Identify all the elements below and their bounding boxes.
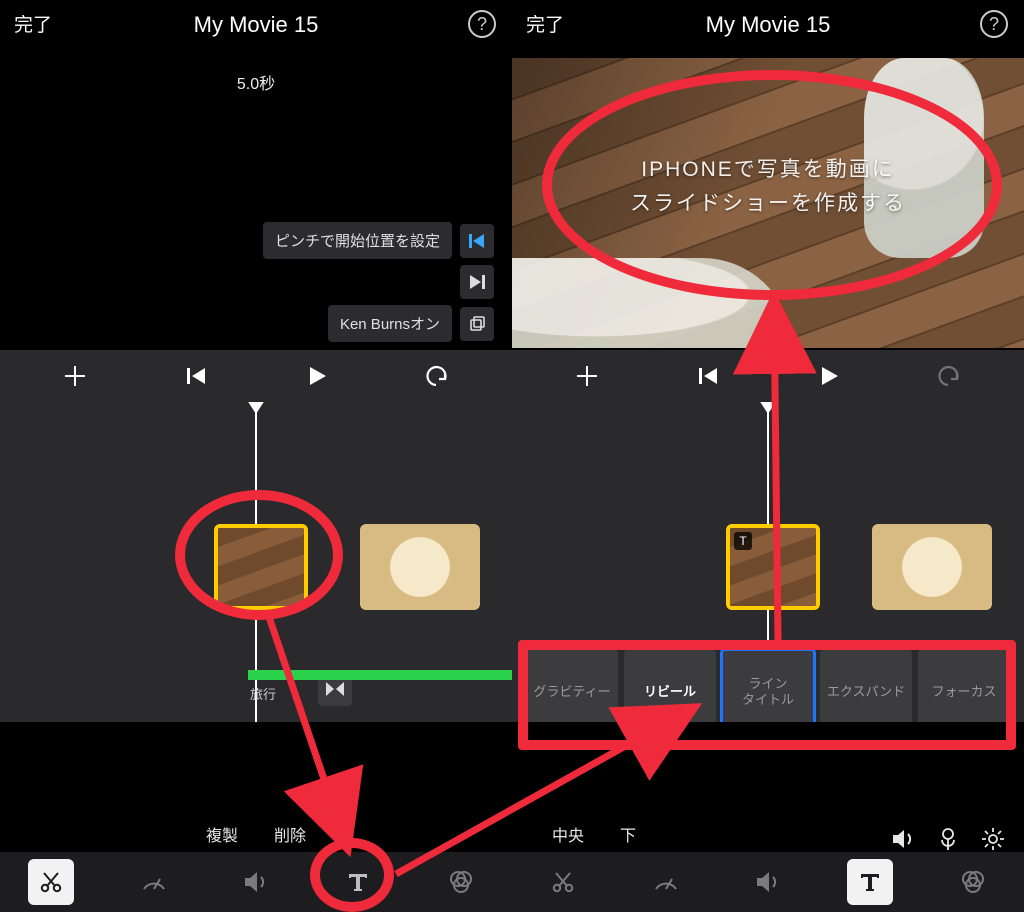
settings-icon[interactable] xyxy=(980,826,1006,852)
bottom-toolbar xyxy=(0,852,512,912)
help-button[interactable]: ? xyxy=(980,10,1008,38)
title-style-picker: グラビティー リビール ライン タイトル エクスパンド フォーカス xyxy=(526,650,1010,722)
play-button[interactable] xyxy=(297,356,337,396)
bottom-toolbar xyxy=(512,852,1024,912)
speed-tool[interactable] xyxy=(643,859,689,905)
right-screenshot: 完了 My Movie 15 ? IPHONEで写真を動画に スライドショーを作… xyxy=(512,0,1024,912)
clip-action-row: 複製 削除 xyxy=(0,822,512,852)
volume-tool[interactable] xyxy=(233,859,279,905)
position-center-button[interactable]: 中央 xyxy=(552,822,584,852)
rewind-button[interactable] xyxy=(176,356,216,396)
goto-end-button[interactable] xyxy=(460,265,494,299)
done-button[interactable]: 完了 xyxy=(526,10,564,37)
speed-tool[interactable] xyxy=(131,859,177,905)
title-style-line-title[interactable]: ライン タイトル xyxy=(722,650,814,722)
titles-tool[interactable] xyxy=(335,859,381,905)
selected-clip[interactable]: T xyxy=(726,524,820,610)
play-button[interactable] xyxy=(809,356,849,396)
titles-tool[interactable] xyxy=(847,859,893,905)
clip-duration-label: 5.0秒 xyxy=(0,70,512,94)
kenburns-chip[interactable]: Ken Burnsオン xyxy=(328,305,452,342)
project-title: My Movie 15 xyxy=(706,12,831,38)
left-screenshot: 完了 My Movie 15 ? 5.0秒 ピンチで開始位置を設定 xyxy=(0,0,512,912)
pinch-hint-chip: ピンチで開始位置を設定 xyxy=(263,222,452,259)
next-clip[interactable] xyxy=(360,524,480,610)
timeline[interactable]: 旅行 xyxy=(0,402,512,722)
selected-clip[interactable] xyxy=(214,524,308,610)
audio-track-label: 旅行 xyxy=(250,684,276,703)
title-style-reveal[interactable]: リビール xyxy=(624,650,716,722)
header: 完了 My Movie 15 ? xyxy=(0,0,512,50)
volume-tool[interactable] xyxy=(745,859,791,905)
help-button[interactable]: ? xyxy=(468,10,496,38)
add-media-button[interactable] xyxy=(55,356,95,396)
kenburns-copy-button[interactable] xyxy=(460,307,494,341)
add-media-button[interactable] xyxy=(567,356,607,396)
volume-icon[interactable] xyxy=(890,826,916,852)
project-title: My Movie 15 xyxy=(194,12,319,38)
filters-tool[interactable] xyxy=(950,859,996,905)
transport-bar xyxy=(0,350,512,402)
transport-bar xyxy=(512,350,1024,402)
audio-track[interactable] xyxy=(248,670,512,680)
preview-photo-cloth xyxy=(512,258,792,348)
preview-area: 5.0秒 ピンチで開始位置を設定 Ken Burnsオン xyxy=(0,50,512,350)
scissors-tool[interactable] xyxy=(28,859,74,905)
timeline[interactable]: T グラビティー リビール ライン タイトル エクスパンド フォーカス xyxy=(512,402,1024,722)
undo-button[interactable] xyxy=(930,356,970,396)
title-style-gravity[interactable]: グラビティー xyxy=(526,650,618,722)
title-style-expand[interactable]: エクスパンド xyxy=(820,650,912,722)
duplicate-button[interactable]: 複製 xyxy=(206,822,238,852)
mic-icon[interactable] xyxy=(938,826,958,852)
goto-start-button[interactable] xyxy=(460,224,494,258)
preview-area[interactable]: IPHONEで写真を動画に スライドショーを作成する xyxy=(512,50,1024,350)
rewind-button[interactable] xyxy=(688,356,728,396)
filters-tool[interactable] xyxy=(438,859,484,905)
title-overlay-text[interactable]: IPHONEで写真を動画に スライドショーを作成する xyxy=(512,153,1024,220)
delete-button[interactable]: 削除 xyxy=(274,822,306,852)
scissors-tool[interactable] xyxy=(540,859,586,905)
position-bottom-button[interactable]: 下 xyxy=(620,822,636,852)
header: 完了 My Movie 15 ? xyxy=(512,0,1024,50)
title-badge-icon: T xyxy=(734,532,752,550)
undo-button[interactable] xyxy=(418,356,458,396)
title-style-focus[interactable]: フォーカス xyxy=(918,650,1010,722)
done-button[interactable]: 完了 xyxy=(14,10,52,37)
next-clip[interactable] xyxy=(872,524,992,610)
